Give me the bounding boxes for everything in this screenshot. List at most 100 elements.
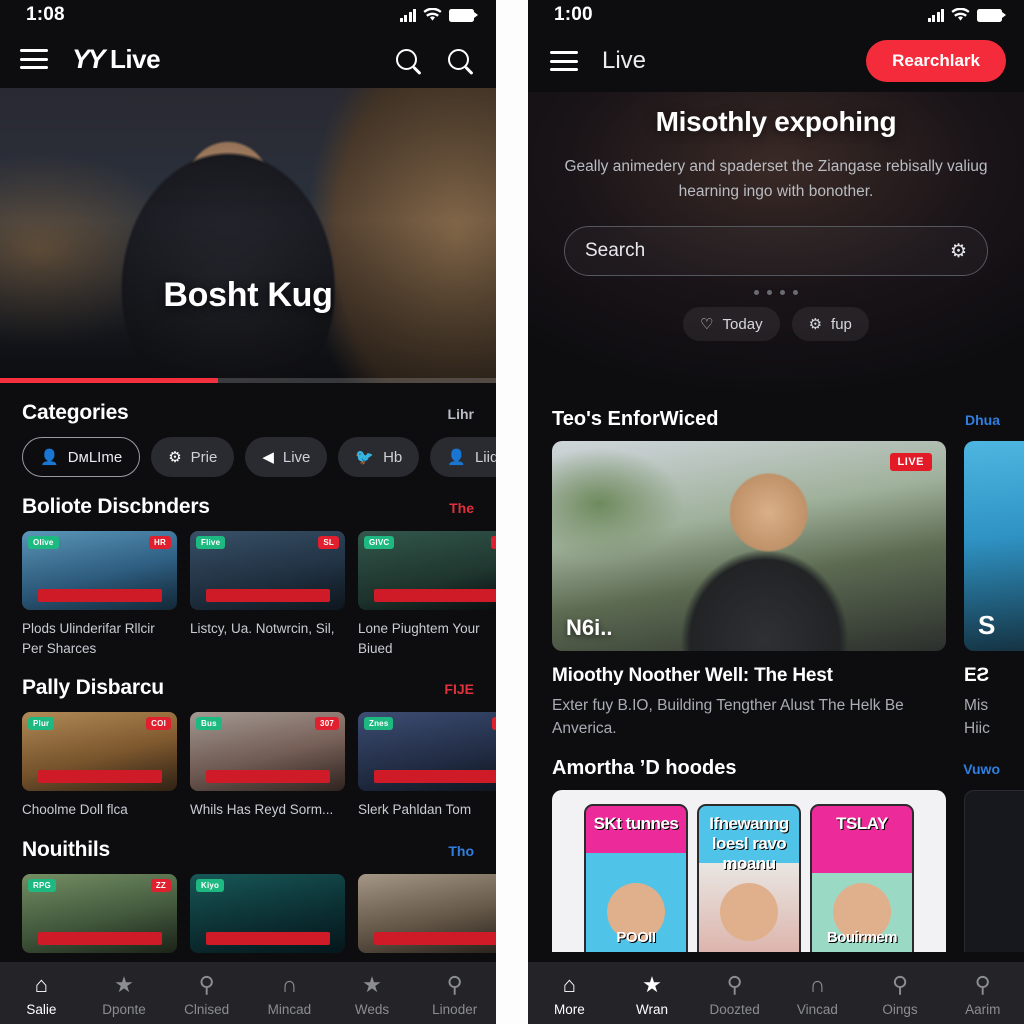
filter-pill[interactable]: ♡ Today	[683, 307, 780, 342]
section-link[interactable]: Lihr	[448, 406, 474, 422]
category-badge: GIVC	[364, 536, 395, 549]
right-phone-panel: 1:00 Live Rearchlark Misothly expohing G…	[528, 0, 1024, 1024]
lower-third-banner	[205, 770, 330, 784]
category-chip[interactable]: 🐦 Hb	[338, 437, 420, 477]
content-card[interactable]	[358, 873, 496, 962]
nav-tab-oings[interactable]: ⚲ Oings	[859, 973, 942, 1018]
side-card-placeholder[interactable]	[964, 789, 1024, 952]
nav-tab-label: Mincad	[267, 1002, 312, 1017]
hero-progress-bar[interactable]	[0, 378, 496, 383]
star-icon: ★	[362, 972, 382, 997]
carousel-dots[interactable]	[554, 290, 998, 296]
carousel-dot[interactable]	[767, 290, 772, 296]
right-app-bar: Live Rearchlark	[528, 30, 1024, 92]
person-icon: ⚲	[446, 972, 463, 997]
carousel-dot[interactable]	[754, 290, 759, 296]
search-bar[interactable]: ⚙	[564, 226, 988, 277]
side-card[interactable]: S EƧ Mis Hiic	[964, 441, 1024, 741]
meme-card-row[interactable]: SKt tunnes POOII Ifnewanng loesl ravo moan…	[528, 789, 1024, 952]
meme-bottom-text: POOII	[616, 928, 656, 946]
featured-hero-video[interactable]: Bosht Kug	[0, 88, 496, 383]
right-content-scroll[interactable]: Teo's EnforWiced Dhua LIVE N6i.. Mioothy…	[528, 392, 1024, 952]
status-icons	[399, 8, 478, 22]
battery-icon	[977, 8, 1006, 22]
card-title: Whils Has Reyd Sorm...	[190, 802, 334, 818]
section-header-hoodes: Amortha ’D hoodes Vuwo	[528, 741, 1024, 790]
card-row[interactable]: Olive HR Plods Ulinderifar Rllcir Per Shar…	[0, 531, 496, 658]
rearchlark-button[interactable]: Rearchlark	[866, 40, 1006, 82]
card-thumbnail: SKt tunnes POOII Ifnewanng loesl ravo moan…	[552, 789, 946, 952]
section-link[interactable]: The	[449, 500, 474, 516]
nav-tab-wran[interactable]: ★ Wran	[611, 972, 694, 1018]
category-chip[interactable]: 👤 DмLIme	[22, 437, 141, 477]
content-card[interactable]: Bus 307 Whils Has Reyd Sorm...	[190, 712, 345, 820]
content-card[interactable]: Kiyo	[190, 873, 345, 962]
brand-mark-icon: YY	[72, 43, 106, 74]
filter-pill[interactable]: ⚙ fup	[791, 307, 869, 342]
nav-tab-mincad[interactable]: ∩ Mincad	[248, 973, 331, 1018]
meme-card[interactable]: SKt tunnes POOII Ifnewanng loesl ravo moan…	[552, 789, 946, 952]
chip-label: Hb	[383, 448, 403, 466]
nav-tab-aarim[interactable]: ⚲ Aarim	[941, 972, 1024, 1018]
live-badge: HR	[149, 536, 171, 549]
category-chip-row[interactable]: 👤 DмLIme ⚙ Prie ◀ Live 🐦 Hb 👤 Liido	[0, 437, 496, 477]
star-icon: ★	[642, 972, 662, 997]
live-badge: 307	[315, 717, 339, 731]
card-thumbnail	[964, 789, 1024, 952]
nav-tab-label: Linoder	[432, 1002, 478, 1017]
featured-card[interactable]: LIVE N6i.. Mioothy Noother Well: The Hes…	[552, 441, 946, 741]
nav-tab-doozted[interactable]: ⚲ Doozted	[693, 973, 776, 1018]
quick-filter-pills[interactable]: ♡ Today ⚙ fup	[554, 307, 998, 342]
wifi-icon	[951, 8, 970, 21]
nav-tab-more[interactable]: ⌂ More	[528, 973, 611, 1018]
page-title: Live	[602, 47, 647, 74]
featured-card-row[interactable]: LIVE N6i.. Mioothy Noother Well: The Hes…	[528, 441, 1024, 741]
carousel-dot[interactable]	[780, 290, 785, 296]
category-badge: Kiyo	[196, 878, 225, 892]
nav-tab-weds[interactable]: ★ Weds	[331, 972, 414, 1018]
search-icon[interactable]	[388, 41, 424, 77]
carousel-dot[interactable]	[793, 290, 798, 296]
category-chip[interactable]: ◀ Live	[245, 437, 328, 477]
search-input[interactable]	[585, 240, 950, 263]
section-link[interactable]: FIJE	[444, 681, 474, 697]
nav-tab-salie[interactable]: ⌂ Salie	[0, 973, 83, 1018]
lower-third-banner	[37, 931, 162, 945]
content-card[interactable]: Znes 7 Slerk Pahldan Tom	[358, 712, 496, 820]
content-card[interactable]: Flive SL Listcy, Ua. Notwrcin, Sil,	[190, 531, 345, 658]
hamburger-menu-icon[interactable]	[550, 51, 578, 71]
section-link[interactable]: Tho	[448, 843, 474, 859]
left-content-scroll[interactable]: Categories Lihr 👤 DмLIme ⚙ Prie ◀ Live 🐦 Hb 👤 Lii…	[0, 383, 496, 1024]
card-thumbnail: Bus 307	[190, 712, 345, 792]
search-icon-secondary[interactable]	[440, 41, 476, 77]
gear-icon[interactable]: ⚙	[950, 242, 967, 261]
card-row[interactable]: RPG ZZ Kiyo	[0, 873, 496, 962]
nav-tab-label: Wran	[636, 1002, 669, 1017]
content-card[interactable]: RPG ZZ	[22, 873, 177, 962]
category-chip[interactable]: ⚙ Prie	[151, 437, 235, 477]
card-row[interactable]: Plur COI Choolme Doll flca Bus 307 Whils Has …	[0, 712, 496, 820]
nav-tab-linoder[interactable]: ⚲ Linoder	[413, 972, 496, 1018]
hamburger-menu-icon[interactable]	[20, 49, 48, 69]
right-bottom-nav[interactable]: ⌂ More ★ Wran ⚲ Doozted ∩ Vincad ⚲ Oings ⚲ Aarim	[528, 962, 1024, 1024]
content-card[interactable]: Olive HR Plods Ulinderifar Rllcir Per Shar…	[22, 531, 177, 658]
left-bottom-nav[interactable]: ⌂ Salie ★ Dponte ⚲ Clnised ∩ Mincad ★ Weds ⚲ Linode…	[0, 962, 496, 1024]
section-header: Pally Disbarcu FIJE	[0, 658, 496, 712]
card-title: Choolme Doll flca	[22, 802, 128, 818]
nav-tab-clnised[interactable]: ⚲ Clnised	[165, 973, 248, 1018]
lower-third-banner	[205, 931, 330, 945]
live-badge: COI	[146, 717, 171, 731]
meme-top-text: SKt tunnes	[593, 813, 679, 833]
section-link[interactable]: Vuwo	[963, 761, 1000, 777]
nav-tab-vincad[interactable]: ∩ Vincad	[776, 973, 859, 1018]
person-icon: ⚲	[974, 972, 991, 997]
live-badge: ZZ	[150, 878, 171, 892]
content-card[interactable]: Plur COI Choolme Doll flca	[22, 712, 177, 820]
content-card[interactable]: GIVC E Lone Piughtem Your Biued	[358, 531, 496, 658]
nav-tab-label: Salie	[26, 1002, 57, 1017]
live-badge: 7	[492, 717, 496, 731]
category-chip[interactable]: 👤 Liido	[430, 437, 496, 477]
live-badge: SL	[318, 536, 339, 549]
section-link[interactable]: Dhua	[965, 412, 1000, 428]
nav-tab-dponte[interactable]: ★ Dponte	[83, 973, 166, 1018]
